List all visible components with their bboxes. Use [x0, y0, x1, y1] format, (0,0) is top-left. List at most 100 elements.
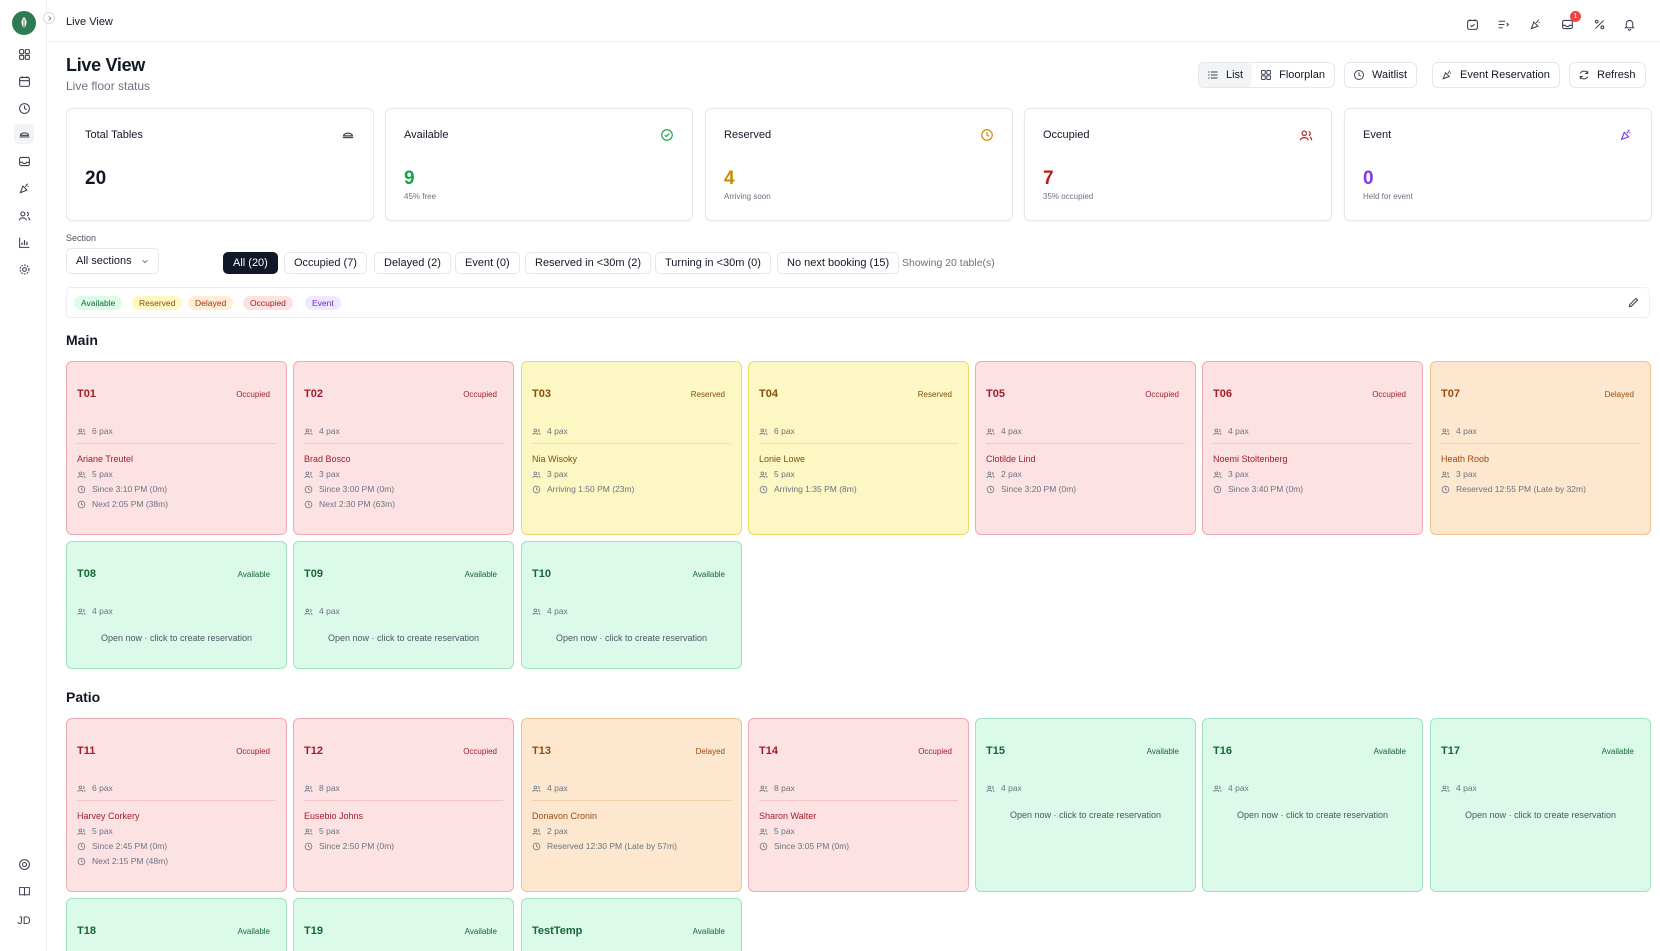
- table-card[interactable]: T09 Available 4 pax Open now · click to cre…: [293, 541, 514, 669]
- sidebar: JD: [0, 0, 55, 951]
- party-size: 5 pax: [92, 469, 113, 479]
- clock-icon: [1441, 485, 1450, 493]
- table-card[interactable]: T07 Delayed 4 pax Heath Roob 3 pax Reserved 1…: [1430, 361, 1651, 535]
- table-card[interactable]: T11 Occupied 6 pax Harvey Corkery 5 pax Since…: [66, 718, 287, 892]
- dashboard-icon[interactable]: [14, 44, 34, 64]
- party-size-row: 3 pax: [304, 469, 340, 479]
- waitlist-icon[interactable]: [1493, 14, 1513, 34]
- inbox-icon[interactable]: [14, 151, 34, 171]
- table-card[interactable]: T05 Occupied 4 pax Clotilde Lind 2 pax Since …: [975, 361, 1196, 535]
- table-card[interactable]: TestTemp Available: [521, 898, 742, 951]
- floorplan-label: Floorplan: [1279, 69, 1325, 81]
- stat-label: Occupied: [1043, 129, 1090, 141]
- guest-name: Heath Roob: [1441, 454, 1490, 464]
- clock-icon: [304, 842, 313, 850]
- filter-chip-turning-soon[interactable]: Turning in <30m (0): [655, 252, 771, 274]
- stat-label: Total Tables: [85, 129, 143, 141]
- stat-card-event: Event 0 Held for event: [1344, 108, 1652, 221]
- live-view-icon[interactable]: [14, 124, 34, 144]
- clock-icon: [986, 485, 995, 493]
- capacity-row: 8 pax: [304, 783, 340, 793]
- clock-icon: [304, 485, 313, 493]
- divider: [304, 443, 503, 444]
- table-status: Available: [1146, 747, 1179, 756]
- table-card[interactable]: T10 Available 4 pax Open now · click to cre…: [521, 541, 742, 669]
- section-title-main: Main: [66, 332, 98, 348]
- party-size-row: 5 pax: [759, 826, 795, 836]
- capacity: 6 pax: [92, 783, 113, 793]
- help-icon[interactable]: [14, 854, 34, 874]
- party-size-row: 5 pax: [77, 826, 113, 836]
- stat-value: 0: [1363, 168, 1374, 189]
- guest-name: Eusebio Johns: [304, 811, 364, 821]
- avatar[interactable]: JD: [12, 909, 36, 933]
- table-card[interactable]: T19 Available: [293, 898, 514, 951]
- section-select[interactable]: All sections: [66, 248, 159, 274]
- capacity-row: 6 pax: [77, 426, 113, 436]
- capacity-row: 4 pax: [1213, 426, 1249, 436]
- users-icon: [1299, 130, 1313, 141]
- reports-icon[interactable]: [14, 232, 34, 252]
- event-reservation-button[interactable]: Event Reservation: [1432, 62, 1560, 88]
- table-card[interactable]: T01 Occupied 6 pax Ariane Treutel 5 pax Since…: [66, 361, 287, 535]
- floorplan-view-button[interactable]: Floorplan: [1252, 63, 1334, 87]
- table-card[interactable]: T13 Delayed 4 pax Donavon Cronin 2 pax Reserv…: [521, 718, 742, 892]
- capacity: 4 pax: [547, 783, 568, 793]
- app-logo[interactable]: [12, 11, 36, 35]
- page-title: Live View: [66, 55, 146, 75]
- table-card[interactable]: T02 Occupied 4 pax Brad Bosco 3 pax Since 3:0…: [293, 361, 514, 535]
- calendar-icon[interactable]: [14, 71, 34, 91]
- inbox-notifications-icon[interactable]: 1: [1557, 11, 1581, 34]
- party-size-row: 5 pax: [304, 826, 340, 836]
- docs-icon[interactable]: [14, 881, 34, 901]
- discount-icon[interactable]: [1589, 14, 1609, 34]
- table-card[interactable]: T18 Available: [66, 898, 287, 951]
- list-view-button[interactable]: List: [1199, 63, 1253, 87]
- table-card[interactable]: T16 Available 4 pax Open now · click to cre…: [1202, 718, 1423, 892]
- filter-chip-occupied[interactable]: Occupied (7): [284, 252, 367, 274]
- stat-card-occupied: Occupied 7 35% occupied: [1024, 108, 1332, 221]
- event-icon[interactable]: [1525, 14, 1545, 34]
- table-card[interactable]: T15 Available 4 pax Open now · click to cre…: [975, 718, 1196, 892]
- table-card[interactable]: T17 Available 4 pax Open now · click to cre…: [1430, 718, 1651, 892]
- table-card[interactable]: T08 Available 4 pax Open now · click to cre…: [66, 541, 287, 669]
- legend-occupied: Occupied: [243, 296, 293, 310]
- calendar-check-icon[interactable]: [1462, 14, 1482, 34]
- table-card[interactable]: T14 Occupied 8 pax Sharon Walter 5 pax Since …: [748, 718, 969, 892]
- edit-pencil-icon[interactable]: [1627, 296, 1640, 309]
- users-icon: [304, 608, 313, 615]
- table-card[interactable]: T06 Occupied 4 pax Noemi Stoltenberg 3 pax Si…: [1202, 361, 1423, 535]
- clock-icon: [759, 842, 768, 850]
- table-card[interactable]: T04 Reserved 6 pax Lonie Lowe 5 pax Arriving …: [748, 361, 969, 535]
- filter-chip-no-next-booking[interactable]: No next booking (15): [777, 252, 900, 274]
- capacity-row: 4 pax: [532, 606, 568, 616]
- settings-icon[interactable]: [14, 259, 34, 279]
- next-booking-row: Next 2:05 PM (38m): [77, 499, 168, 509]
- waitlist-button[interactable]: Waitlist: [1344, 62, 1418, 88]
- party-size-row: 2 pax: [986, 469, 1022, 479]
- filter-chip-reserved-soon[interactable]: Reserved in <30m (2): [525, 252, 652, 274]
- view-toggle: List Floorplan: [1198, 62, 1335, 88]
- refresh-button[interactable]: Refresh: [1569, 62, 1646, 88]
- users-icon: [532, 785, 541, 792]
- next-booking: Next 2:15 PM (48m): [92, 856, 169, 866]
- users-icon: [1441, 471, 1450, 478]
- filter-chip-all[interactable]: All (20): [223, 252, 278, 274]
- guest-name: Clotilde Lind: [986, 454, 1036, 464]
- guests-icon[interactable]: [14, 205, 34, 225]
- party-icon[interactable]: [14, 178, 34, 198]
- list-icon: [1208, 71, 1218, 79]
- table-card[interactable]: T12 Occupied 8 pax Eusebio Johns 5 pax Since …: [293, 718, 514, 892]
- filter-chip-event[interactable]: Event (0): [455, 252, 520, 274]
- legend-event: Event: [305, 296, 341, 310]
- bell-icon[interactable]: [1619, 14, 1639, 34]
- capacity: 4 pax: [319, 426, 340, 436]
- capacity-row: 8 pax: [759, 783, 795, 793]
- guest-name: Donavon Cronin: [532, 811, 598, 821]
- party-size: 5 pax: [774, 469, 795, 479]
- table-id: T19: [304, 925, 323, 937]
- history-icon[interactable]: [14, 98, 34, 118]
- table-card[interactable]: T03 Reserved 4 pax Nia Wisoky 3 pax Arriving …: [521, 361, 742, 535]
- filter-chip-delayed[interactable]: Delayed (2): [374, 252, 451, 274]
- time-row: Since 3:20 PM (0m): [986, 484, 1076, 494]
